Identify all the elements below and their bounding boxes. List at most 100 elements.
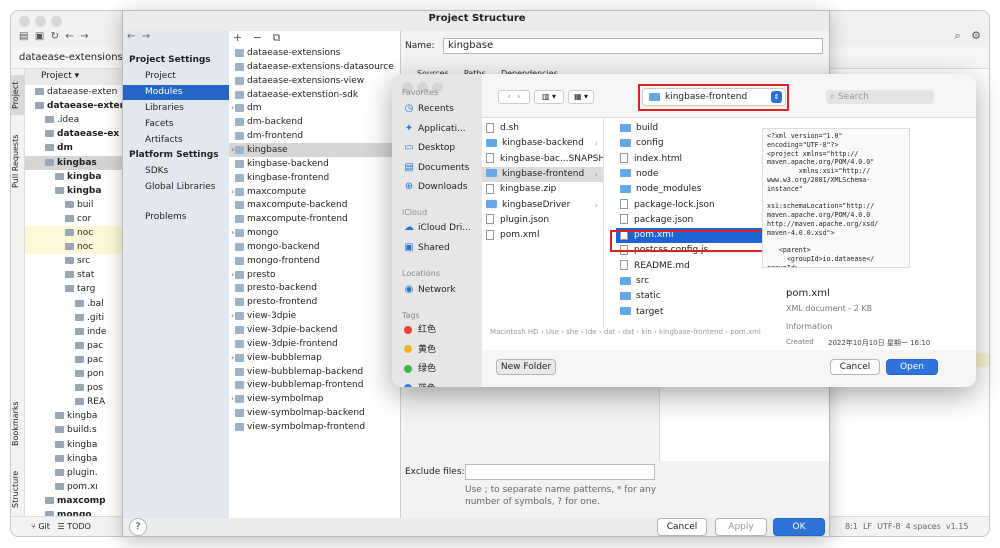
tree-row[interactable]: pac [25,353,131,367]
back-arrow-icon[interactable]: ← [65,31,73,42]
window-close-button[interactable] [19,16,30,27]
file-item[interactable]: package.json [616,213,773,228]
add-icon[interactable]: + [233,31,242,44]
module-item[interactable]: view-bubblemap-frontend [229,378,400,392]
tree-row[interactable]: noc [25,226,131,240]
expand-chevron-icon[interactable]: › [231,185,234,199]
window-zoom-button[interactable] [51,16,62,27]
module-item[interactable]: › mongo [229,226,400,240]
indent-setting[interactable]: 4 spaces [906,522,941,531]
nav-sdks[interactable]: SDKs [123,164,229,179]
sidebar-item-downloads[interactable]: ⊕ Downloads [404,179,468,194]
tree-row[interactable]: plugin. [25,466,131,480]
tree-row[interactable]: dataease-exten [25,85,131,99]
project-panel-header[interactable]: Project ▾ [25,69,131,85]
strip-bookmarks[interactable]: Bookmarks [11,399,25,449]
new-folder-button[interactable]: New Folder [496,359,556,375]
tree-row[interactable]: pos [25,381,131,395]
file-item[interactable]: kingbase-frontend › [482,166,603,182]
tree-row[interactable]: .idea [25,113,131,127]
tree-row[interactable]: kingba [25,170,131,184]
module-item[interactable]: dataease-extensions-datasource [229,60,400,74]
folder-icon[interactable]: ▤ [19,31,28,42]
strip-pull-requests[interactable]: Pull Requests [11,129,25,193]
sidebar-item-desktop[interactable]: ▭ Desktop [404,140,455,155]
sidebar-tag-item[interactable]: 黄色 [404,343,436,358]
module-item[interactable]: presto-backend [229,281,400,295]
tree-row[interactable]: dataease-ex [25,127,131,141]
expand-chevron-icon[interactable]: › [231,351,234,365]
module-item[interactable]: view-3dpie-backend [229,323,400,337]
file-item[interactable]: kingbaseDriver › [482,198,603,213]
path-segment[interactable]: kingbase-frontend [659,328,723,336]
module-item[interactable]: maxcompute-backend [229,198,400,212]
strip-structure[interactable]: Structure [11,467,25,511]
file-item[interactable]: kingbase-bac...SNAPSHOT.jar [482,152,603,167]
module-item[interactable]: › maxcompute [229,185,400,199]
tree-row[interactable]: dm [25,141,131,155]
tree-row[interactable]: pon [25,367,131,381]
tree-row[interactable]: buil [25,198,131,212]
version-label[interactable]: v1.15 [946,522,969,531]
search-icon[interactable]: ⌕ [954,29,960,42]
path-segment[interactable]: pom.xml [730,328,761,336]
module-item[interactable]: dm-frontend [229,129,400,143]
file-item[interactable]: node_modules› [616,182,773,197]
expand-chevron-icon[interactable]: › [231,309,234,323]
tree-row[interactable]: inde [25,325,131,339]
expand-chevron-icon[interactable]: › [231,226,234,240]
back-arrow-icon[interactable]: ← [127,31,135,42]
group-button[interactable]: ▦ ▾ [568,90,594,104]
file-encoding[interactable]: UTF-8 [877,522,900,531]
tree-row[interactable]: cor [25,212,131,226]
module-item[interactable]: › kingbase [229,142,400,157]
module-item[interactable]: › dm [229,101,400,115]
breadcrumb-label[interactable]: dataease-extensions [19,52,123,63]
forward-icon[interactable]: › [517,92,521,102]
remove-icon[interactable]: − [253,31,262,44]
file-item[interactable]: build› [616,121,773,136]
nav-global-libraries[interactable]: Global Libraries [123,180,229,195]
module-item[interactable]: view-symbolmap-frontend [229,420,400,434]
tree-row[interactable]: pom.xı [25,480,131,494]
view-columns-button[interactable]: ▥ ▾ [534,90,564,104]
module-item[interactable]: maxcompute-frontend [229,212,400,226]
path-segment[interactable]: dat [623,328,634,336]
expand-chevron-icon[interactable]: › [231,392,234,406]
module-item[interactable]: › view-symbolmap [229,392,400,406]
file-item[interactable]: config› [616,136,773,151]
module-item[interactable]: › presto [229,268,400,282]
tree-row[interactable]: .giti [25,311,131,325]
module-item[interactable]: dataease-extenstion-sdk [229,88,400,102]
line-separator[interactable]: LF [863,522,872,531]
window-minimize-button[interactable] [35,16,46,27]
sidebar-item-recents[interactable]: ◷ Recents [404,101,454,116]
module-item[interactable]: dataease-extensions-view [229,74,400,88]
nav-modules[interactable]: Modules [123,85,229,100]
path-segment[interactable]: dat [604,328,615,336]
nav-project[interactable]: Project [123,69,229,84]
path-segment[interactable]: Use [546,328,559,336]
tree-row[interactable]: kingbas [25,155,131,170]
file-item[interactable]: src› [616,274,773,289]
file-item[interactable]: index.html [616,152,773,167]
tree-row[interactable]: src [25,254,131,268]
sidebar-tag-item[interactable]: 绿色 [404,362,436,377]
module-item[interactable]: presto-frontend [229,295,400,309]
nav-problems[interactable]: Problems [123,210,229,225]
refresh-icon[interactable]: ↻ [51,31,59,42]
expand-chevron-icon[interactable]: › [231,143,234,157]
tree-row[interactable]: stat [25,268,131,282]
nav-facets[interactable]: Facets [123,117,229,132]
sidebar-item-network[interactable]: ◉ Network [404,282,456,297]
nav-artifacts[interactable]: Artifacts [123,133,229,148]
tree-row[interactable]: noc [25,240,131,255]
tree-row[interactable]: kingba [25,452,131,466]
tree-row[interactable]: .bal [25,297,131,311]
help-button[interactable]: ? [129,518,147,536]
project-view-selector[interactable]: Project [41,71,72,81]
chooser-cancel-button[interactable]: Cancel [830,359,880,375]
back-icon[interactable]: ‹ [508,92,512,102]
todo-tab[interactable]: ☰ TODO [58,522,91,531]
file-item[interactable]: plugin.json [482,213,603,228]
